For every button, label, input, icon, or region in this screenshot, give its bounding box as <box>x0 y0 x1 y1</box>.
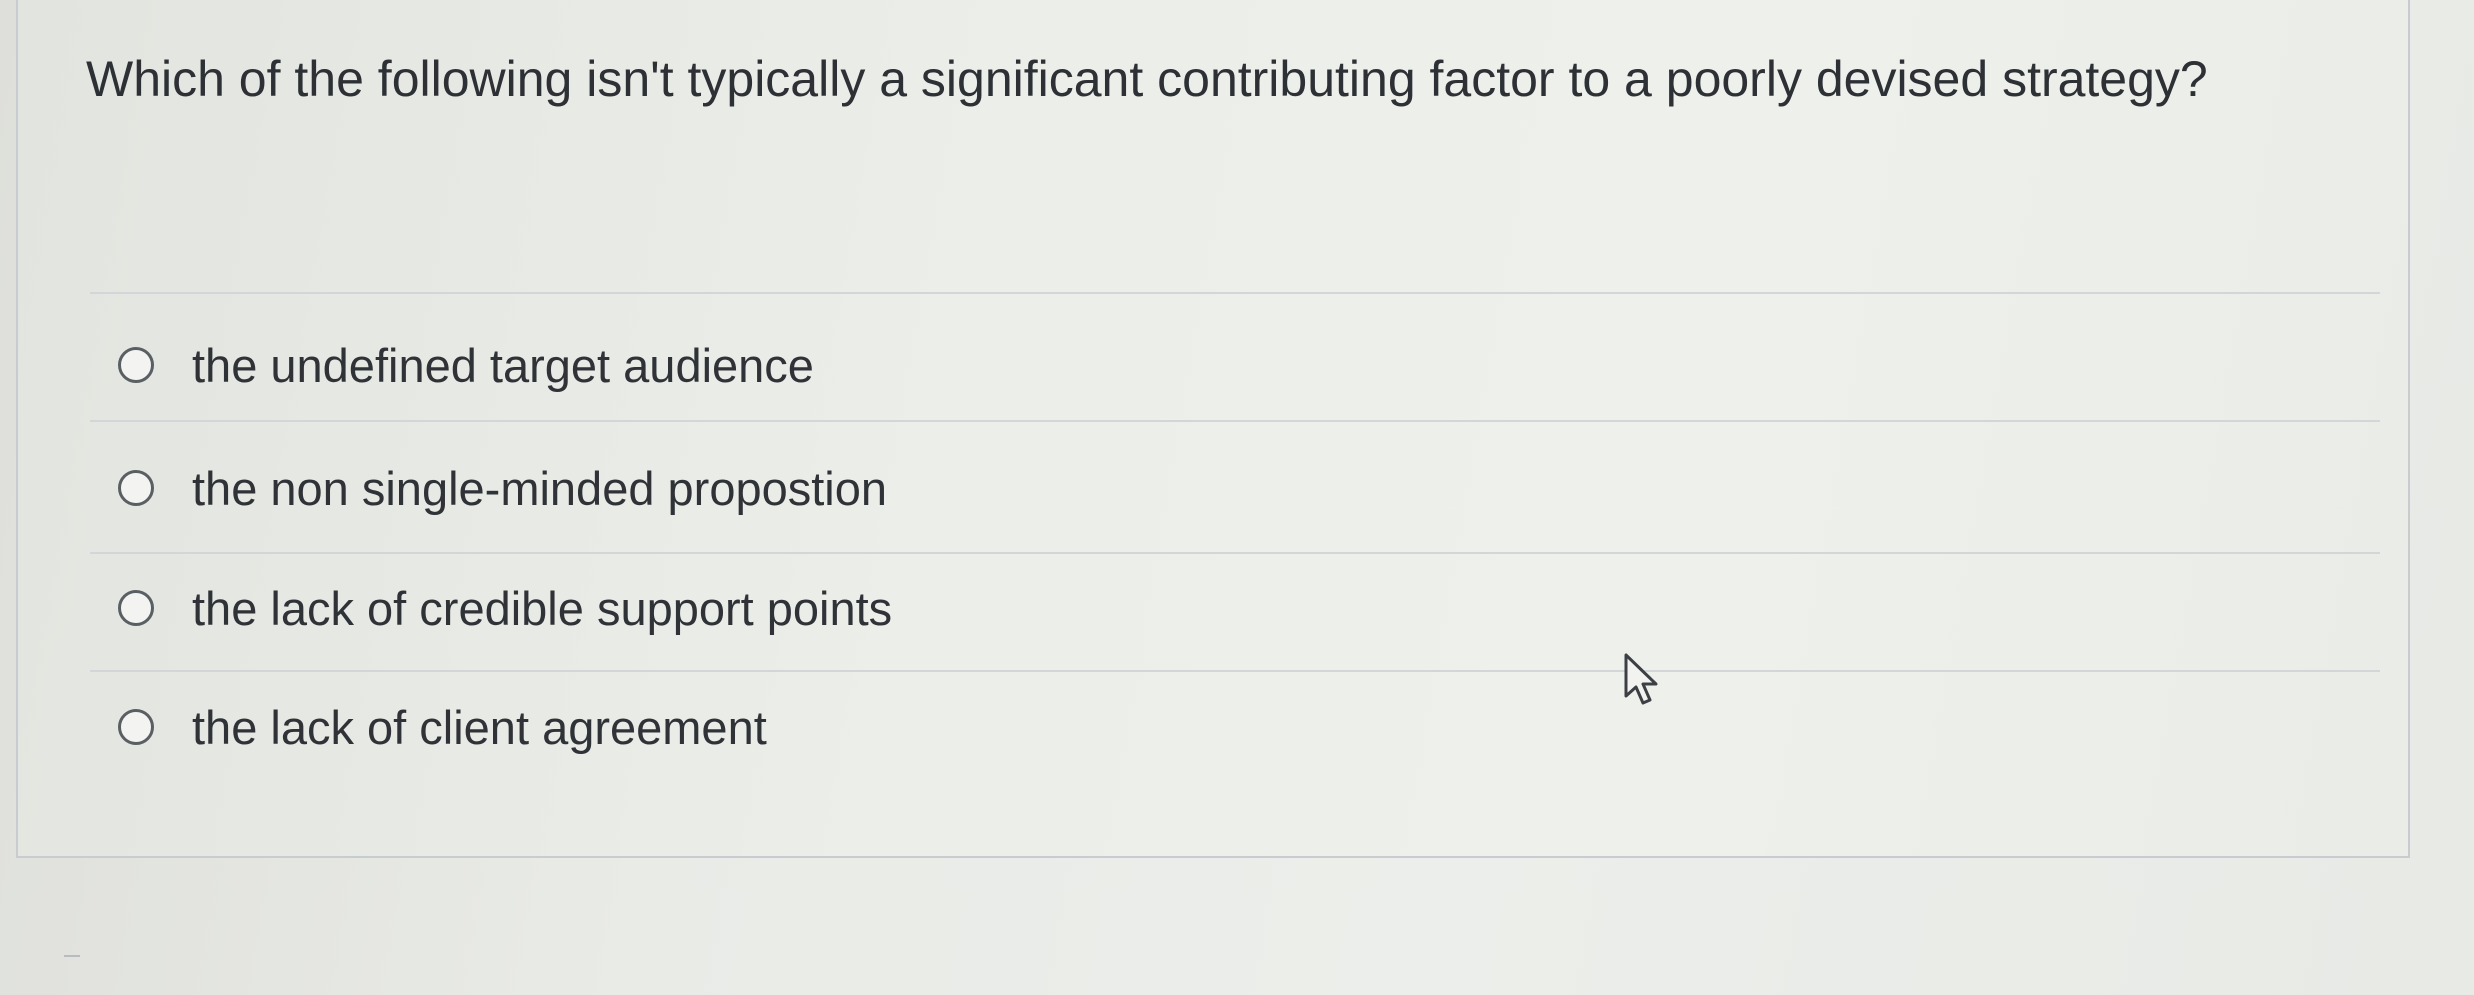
radio-button[interactable] <box>118 590 154 626</box>
radio-button[interactable] <box>118 470 154 506</box>
answer-label[interactable]: the undefined target audience <box>192 338 814 393</box>
answer-option-4[interactable]: the lack of client agreement <box>118 697 767 757</box>
divider <box>90 292 2380 294</box>
mouse-pointer-icon <box>1624 653 1658 705</box>
answer-option-3[interactable]: the lack of credible support points <box>118 578 892 638</box>
answer-label[interactable]: the lack of client agreement <box>192 700 767 755</box>
divider <box>90 552 2380 554</box>
question-text: Which of the following isn't typically a… <box>86 51 2208 107</box>
answer-option-1[interactable]: the undefined target audience <box>118 335 814 395</box>
radio-button[interactable] <box>118 709 154 745</box>
answer-label[interactable]: the lack of credible support points <box>192 581 892 636</box>
answer-label[interactable]: the non single-minded propostion <box>192 461 887 516</box>
divider <box>90 670 2380 672</box>
divider <box>90 420 2380 422</box>
radio-button[interactable] <box>118 347 154 383</box>
edge-mark <box>64 955 80 957</box>
question-card: Which of the following isn't typically a… <box>16 0 2410 858</box>
screen: Which of the following isn't typically a… <box>0 0 2474 995</box>
answer-option-2[interactable]: the non single-minded propostion <box>118 458 887 518</box>
